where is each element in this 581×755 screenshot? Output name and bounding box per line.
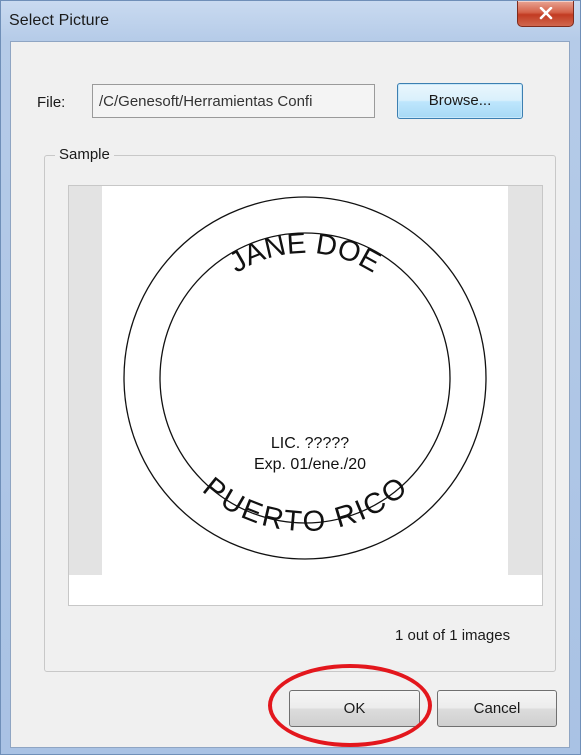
file-path-field[interactable] xyxy=(92,84,375,118)
close-button[interactable] xyxy=(517,1,574,27)
seal-license-line: LIC. ????? xyxy=(271,435,349,452)
close-icon xyxy=(539,7,553,20)
seal-inner-ring xyxy=(159,232,451,524)
cancel-button[interactable]: Cancel xyxy=(437,690,557,727)
preview-margin-left xyxy=(69,186,102,575)
file-label: File: xyxy=(37,94,66,111)
sample-preview: JANE DOE PUERTO RICO LIC. ????? Exp. 01/… xyxy=(68,185,543,606)
seal-bottom-text: PUERTO RICO xyxy=(197,471,413,538)
image-counter: 1 out of 1 images xyxy=(395,627,511,644)
ok-button[interactable]: OK xyxy=(289,690,420,727)
file-path-input[interactable] xyxy=(93,85,374,117)
browse-button[interactable]: Browse... xyxy=(397,83,523,119)
sample-group-label: Sample xyxy=(55,146,114,163)
window-title: Select Picture xyxy=(9,12,110,29)
preview-margin-right xyxy=(508,186,542,575)
seal-expiry-line: Exp. 01/ene./20 xyxy=(254,456,366,473)
seal-image: JANE DOE PUERTO RICO LIC. ????? Exp. 01/… xyxy=(102,186,508,575)
seal-top-text: JANE DOE xyxy=(224,228,386,280)
title-bar[interactable]: Select Picture xyxy=(1,1,580,41)
